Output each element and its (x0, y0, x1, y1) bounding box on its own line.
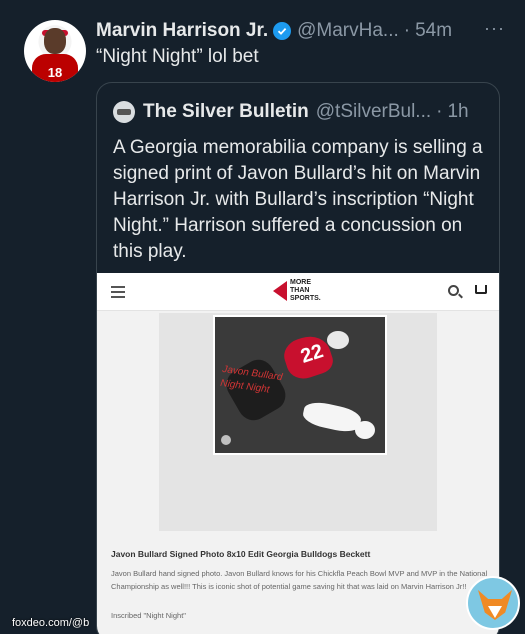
site-logo: MORE THAN SPORTS. (273, 279, 321, 303)
quoted-tweet-timestamp: 1h (447, 101, 469, 122)
tweet: 18 Marvin Harrison Jr. @MarvHa... · 54m … (0, 0, 525, 634)
tweet-text: “Night Night” lol bet (96, 46, 259, 67)
cart-icon (475, 285, 487, 294)
quoted-tweet-text: A Georgia memorabilia company is selling… (113, 137, 483, 262)
author-handle[interactable]: @MarvHa... (297, 20, 399, 42)
quoted-tweet-header: The Silver Bulletin @tSilverBul... · 1h (113, 101, 487, 123)
avatar-jersey-number: 18 (32, 54, 78, 82)
photo-player-white (301, 399, 363, 435)
photo-helmet (327, 331, 349, 349)
quoted-author-handle: @tSilverBul... (315, 101, 432, 122)
author-avatar[interactable]: 18 (24, 20, 86, 82)
attached-screenshot[interactable]: MORE THAN SPORTS. 22 Javon Bullard Night… (97, 273, 499, 634)
watermark-text: foxdeo.com/@b (12, 617, 90, 629)
product-title: Javon Bullard Signed Photo 8x10 Edit Geo… (111, 549, 371, 559)
quoted-tweet[interactable]: The Silver Bulletin @tSilverBul... · 1h … (96, 82, 500, 634)
product-description: Javon Bullard hand signed photo. Javon B… (111, 569, 488, 591)
logo-text: MORE THAN SPORTS. (290, 279, 321, 302)
product-inscription: Inscribed "Night Night" (111, 611, 186, 620)
author-name[interactable]: Marvin Harrison Jr. (96, 20, 268, 42)
tweet-timestamp[interactable]: 54m (415, 20, 452, 42)
signed-photo: 22 Javon Bullard Night Night (213, 315, 387, 455)
logo-mark-icon (273, 281, 287, 301)
avatar-head (44, 28, 66, 54)
fox-mascot-icon (466, 576, 520, 630)
quoted-header-separator: · (436, 101, 443, 122)
quoted-author-name: The Silver Bulletin (143, 101, 309, 122)
header-separator: · (403, 20, 411, 41)
verified-badge-icon (273, 22, 292, 40)
site-navbar: MORE THAN SPORTS. (97, 273, 499, 311)
more-options-icon[interactable]: ··· (484, 18, 505, 39)
tweet-header: Marvin Harrison Jr. @MarvHa... · 54m ··· (96, 18, 505, 44)
hamburger-menu-icon (111, 286, 125, 298)
search-icon (448, 285, 459, 296)
quoted-author-avatar (113, 101, 135, 123)
photo-helmet-white (355, 421, 375, 439)
authentication-hologram (221, 435, 231, 445)
